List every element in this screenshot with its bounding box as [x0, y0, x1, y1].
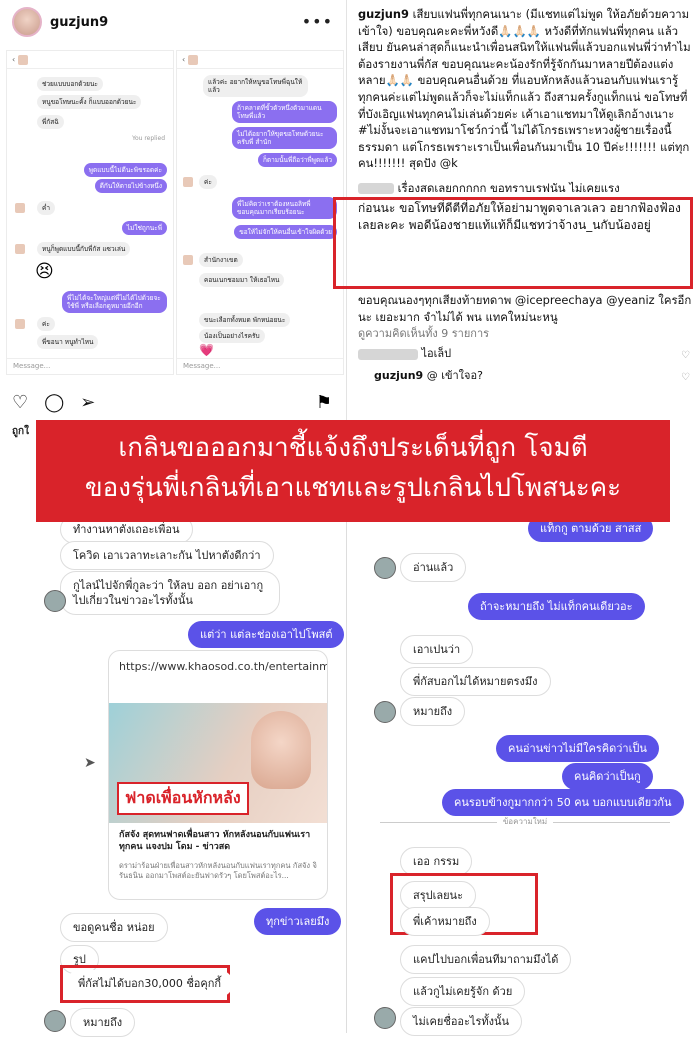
message-input[interactable]: Message...: [177, 358, 343, 374]
news-link-card[interactable]: https://www.khaosod.co.th/entertainment/…: [108, 650, 328, 900]
blurred-avatar: [15, 244, 25, 254]
news-thumbnail: ฟาดเพื่อนหักหลัง: [109, 703, 327, 823]
comment-text: @ เข้าใจอ?: [426, 369, 483, 382]
message-bubble: ทุกข่าวเลยมึง: [254, 908, 342, 935]
message-bubble: แคปไปบอกเพื่อนทีมาถามมึงได้: [400, 945, 572, 974]
link-url[interactable]: https://www.khaosod.co.th/entertainment/…: [109, 651, 327, 683]
message-bubble: ก็ตามนั้นพี่ถือว่าพี่พูดแล้ว: [257, 153, 337, 167]
message-bubble: คนอ่านข่าวไม่มีใครคิดว่าเป็น: [496, 735, 659, 762]
share-icon[interactable]: ➤: [84, 755, 96, 771]
person-photo: [251, 711, 311, 789]
caption-text: ขอบคุณคนอื่นด้วย ที่แอบหักหลังแล้วนอนกับ…: [358, 73, 690, 171]
comment-like-icon[interactable]: ♡: [681, 370, 690, 387]
chat-screenshot-left: ‹ ช่วยแบบบอกด้วยนะ หนูขอโทษนะคั้ง ก็แบบอ…: [6, 50, 174, 375]
avatar: [44, 1010, 66, 1032]
message-bubble: ช่วยแบบบอกด้วยนะ: [37, 77, 103, 91]
message-bubble: สำนักงาเขต: [199, 253, 243, 267]
message-bubble: พี่กัสไม่ได้บอก30,000 ชื่อคุกกี้: [66, 970, 234, 997]
message-bubble: ถ้าจะหมายถึง ไม่แท็กคนเดียวอะ: [468, 593, 645, 620]
like-heart-icon[interactable]: ♡: [12, 392, 28, 413]
chat-right: แท็กกู ตามด้วย สาสส อ่านแล้ว ถ้าจะหมายถึ…: [350, 515, 700, 1036]
message-bubble: หมายถึง: [400, 697, 466, 726]
chat-left: ทำงานหาตังเถอะเพื่อน โควิด เอาเวลาทะเลาะ…: [0, 515, 347, 1037]
message-bubble: ขอให้ไม่จักให้คนอื่นเข้าใจผิดด้วย: [234, 225, 337, 239]
message-bubble: พี่ขอนา หนูทำไหน: [37, 335, 99, 349]
banner-line-1: เกลินขอออกมาชี้แจ้งถึงประเด็นที่ถูก โจมต…: [118, 433, 588, 463]
link-description: ดราม่าร้อนฝ่ายเพื่อนสาวหักหลังนอนกับแฟนเ…: [119, 861, 317, 880]
comment-like-icon[interactable]: ♡: [681, 348, 690, 365]
message-bubble: เอาเปนว่า: [400, 635, 474, 664]
avatar: [374, 1007, 396, 1029]
caption-username[interactable]: guzjun9: [358, 7, 409, 21]
message-bubble: หนูก็พูดแบบนี้กับพี่กัส แซวเล่น: [37, 242, 131, 256]
bookmark-icon[interactable]: ⚑: [316, 392, 332, 413]
title-banner: เกลินขอออกมาชี้แจ้งถึงประเด็นที่ถูก โจมต…: [36, 420, 670, 522]
avatar: [374, 557, 396, 579]
message-bubble: ไม่ใช่ถูกนะพี่: [121, 221, 167, 235]
message-bubble: เออ กรรม: [400, 847, 473, 876]
back-arrow-icon: ‹: [12, 55, 16, 64]
message-bubble: น้องเป็นอย่างไรครับ: [199, 329, 265, 343]
message-bubble: คนรอบข้างกูมากกว่า 50 คน บอกแบบเดียวกัน: [442, 789, 684, 816]
message-bubble: กูไลน์ไปจักพี่กูละว่า ให้ลบ ออก อย่าเอาก…: [60, 571, 280, 615]
caption-text: เรื่องสดเลยกกกกก ขอทราบเรฟนัน ไม่เคยแรง: [397, 181, 620, 195]
new-messages-divider: ข้อความใหม่: [350, 815, 700, 828]
highlight-box: [333, 197, 693, 289]
message-bubble: หนูขอโทษนะคั้ง ก็แบบออกด้วยนะ: [37, 95, 142, 109]
comment-username[interactable]: guzjun9: [374, 369, 423, 382]
post-header: guzjun9 •••: [0, 0, 347, 44]
message-bubble: แล้วค่ะ อยากให้หนูขอโทษพี่ฉุนให้แล้ว: [203, 75, 308, 97]
message-bubble: คนคิดว่าเป็นกู: [562, 763, 653, 790]
avatar[interactable]: [12, 7, 42, 37]
emoji-sticker: 😣: [35, 261, 54, 282]
message-bubble: คอนเนกชอมมา ให้เธอไหน: [199, 273, 285, 287]
message-bubble: พี่ไม่คิดว่าเราต้องหนอลิทพี่ขอบคุณมากเรี…: [232, 197, 337, 219]
post-username[interactable]: guzjun9: [50, 15, 108, 30]
message-bubble: แต่ว่า แต่ละช่องเอาไปโพสต์: [188, 621, 345, 648]
link-title: กัสจัง สุดทนฟาดเพื่อนสาว หักหลังนอนกับแฟ…: [119, 830, 311, 852]
message-bubble: แล้วกูไม่เคยรู้จัก ด้วย: [400, 977, 526, 1006]
message-bubble: พี่กัสบอกไม่ได้หมายตรงมึง: [400, 667, 551, 696]
message-bubble: ขนะเลือกทั้งหมด พักหน่อยนะ: [199, 313, 291, 327]
thumbnail-headline: ฟาดเพื่อนหักหลัง: [117, 782, 249, 815]
avatar: [374, 701, 396, 723]
message-bubble: อ่านแล้ว: [400, 553, 467, 582]
comment-text: ไอเล็ป: [421, 347, 452, 360]
likes-caption-cut: ถูกใ: [12, 426, 29, 437]
heart-sticker: 💗: [199, 343, 214, 357]
share-icon[interactable]: ➢: [80, 392, 95, 413]
message-bubble: ค่ะ: [199, 175, 217, 189]
blurred-avatar: [15, 203, 25, 213]
avatar: [44, 590, 66, 612]
message-bubble: พี่ไม่ได้จะใหญ่แต่พี่ไม่ได้ไปด้วยจะใช้พี…: [62, 291, 167, 313]
message-bubble: ดีกันให้ตายไปข้างหนึ่ง: [94, 179, 167, 193]
comment-icon[interactable]: ◯: [44, 392, 64, 413]
caption-text: ขอบคุณนองๆทุกเสียงท้ายทดาพ @icepreechaya…: [358, 293, 692, 324]
message-bubble: สรุปเลยนะ: [400, 881, 476, 910]
comment-row: guzjun9 @ เข้าใจอ?: [374, 368, 483, 385]
comment-row: ไอเล็ป: [358, 346, 451, 363]
message-bubble: ขอดูคนชื่อ หน่อย: [60, 913, 168, 942]
post-actions: ♡ ◯ ➢: [12, 392, 95, 413]
message-bubble: พี่เค้าหมายถึง: [400, 907, 490, 936]
message-input[interactable]: Message...: [7, 358, 173, 374]
message-bubble: พูดแบบนี้ไม่ดีนะพิขรอดค่ะ: [83, 163, 167, 177]
banner-line-2: ของรุ่นพี่เกลินที่เอาแชทและรูปเกลินไปโพส…: [84, 473, 622, 503]
message-bubble: พี่กัสฉิ: [37, 115, 64, 129]
blurred-avatar: [183, 177, 193, 187]
back-arrow-icon: ‹: [182, 55, 186, 64]
blurred-avatar: [15, 319, 25, 329]
view-all-comments-link[interactable]: ดูความคิดเห็นทั้ง 9 รายการ: [358, 326, 489, 343]
message-bubble: ค่ำ: [37, 201, 55, 215]
instagram-post: guzjun9 ••• ‹ ช่วยแบบบอกด้วยนะ หนูขอโทษน…: [0, 0, 347, 437]
blurred-avatar: [183, 255, 193, 265]
message-bubble: โควิด เอาเวลาทะเลาะกัน ไปหาตังดีกว่า: [60, 541, 274, 570]
message-bubble: ถ้าคลาดที่ขั้วตัวหนึ่งตัวมาแดนโทษพี่แล้ว: [232, 101, 337, 123]
replied-label: You replied: [132, 135, 165, 142]
message-bubble: ไม่เคยชื่ออะไรทั้งนั้น: [400, 1007, 523, 1036]
chat-screenshot-right: ‹ แล้วค่ะ อยากให้หนูขอโทษพี่ฉุนให้แล้ว ถ…: [176, 50, 344, 375]
message-bubble: ไม่ได้อยากให้ขุดขอโทษด้วยนะครับพี่ สำนัก: [232, 127, 337, 149]
more-options-icon[interactable]: •••: [302, 12, 333, 31]
message-bubble: ค่ะ: [37, 317, 55, 331]
